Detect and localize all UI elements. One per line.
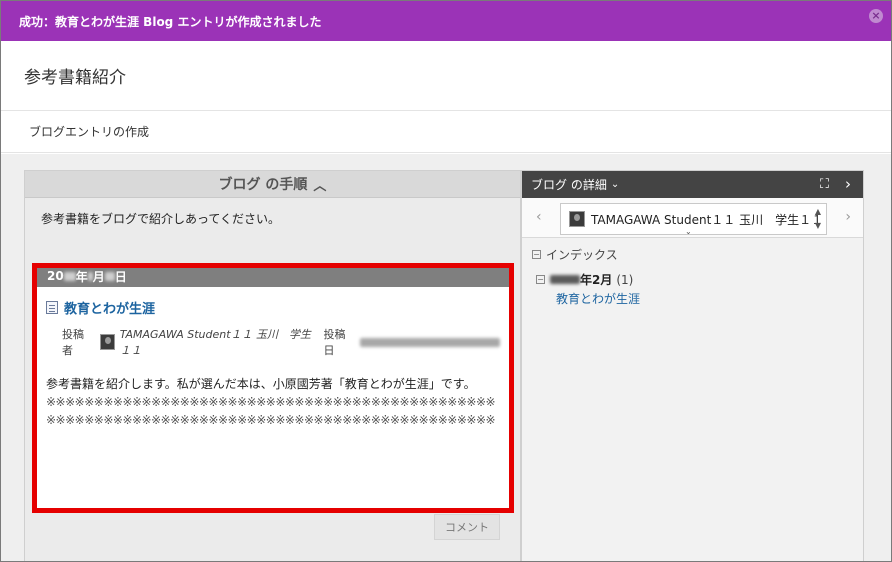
blog-entry-page: 成功：教育とわが生涯 Blog エントリが作成されました × 参考書籍紹介 ブロ… <box>0 0 892 562</box>
chevron-up-icon: ︿ <box>313 178 327 194</box>
page-header: 参考書籍紹介 <box>1 41 891 111</box>
redacted-day <box>104 271 115 281</box>
redacted-month <box>87 271 93 281</box>
entry-date: 20 年 月 日 <box>34 265 512 287</box>
entry-mark-line: ※※※※※※※※※※※※※※※※※※※※※※※※※※※※※※※※※※※※※※※※… <box>46 395 496 409</box>
steps-header-label: ブログ の手順 <box>218 177 308 193</box>
entry-body-text: 参考書籍を紹介します。私が選んだ本は、小原國芳著「教育とわが生涯」です。 <box>46 377 476 391</box>
redacted-post-date <box>360 337 501 347</box>
breadcrumb: ブログエントリの作成 <box>1 111 891 153</box>
entry-date-year-suffix: 年 <box>75 269 88 284</box>
redacted-year <box>550 275 580 284</box>
month-count: (1) <box>616 272 634 287</box>
success-message: 成功：教育とわが生涯 Blog エントリが作成されました <box>19 14 322 29</box>
close-icon[interactable]: × <box>869 9 883 23</box>
redacted-year <box>63 271 76 281</box>
author-name: TAMAGAWA Student１１ 玉川 学生１１ <box>119 328 312 357</box>
user-navigator: ‹ TAMAGAWA Student１１ 玉川 学生１１ ▲ ▼ ⌄ › <box>522 198 863 238</box>
chevron-right-icon[interactable]: › <box>845 175 851 193</box>
details-header[interactable]: ブログ の詳細 ⌄ ⛶ › <box>522 171 863 198</box>
index-header[interactable]: − インデックス <box>532 246 853 263</box>
entry-title-link[interactable]: 教育とわが生涯 <box>64 298 155 317</box>
user-select-value: TAMAGAWA Student１１ 玉川 学生１１ <box>591 212 824 227</box>
collapse-icon[interactable]: − <box>532 250 541 259</box>
comment-button[interactable]: コメント <box>434 514 500 540</box>
instructions-text: 参考書籍をブログで紹介しあってください。 <box>41 212 281 226</box>
content-area: ブログ の手順 ︿ 参考書籍をブログで紹介しあってください。 20 年 月 日 <box>1 154 891 561</box>
document-icon <box>46 301 58 314</box>
details-header-label: ブログ の詳細 <box>531 178 607 192</box>
next-user-icon[interactable]: › <box>845 209 851 225</box>
blog-entry: 20 年 月 日 教育とわが生涯 投稿者 TAMAGAWA Student１１ … <box>34 265 512 511</box>
posted-date-label: 投稿日 <box>323 328 346 357</box>
entry-mark-line: ※※※※※※※※※※※※※※※※※※※※※※※※※※※※※※※※※※※※※※※※… <box>46 413 496 427</box>
avatar <box>569 211 585 227</box>
posted-by-label: 投稿者 <box>62 328 84 357</box>
page-title: 参考書籍紹介 <box>24 68 126 88</box>
blog-details-panel: ブログ の詳細 ⌄ ⛶ › ‹ TAMAGAWA Student１１ 玉川 学生… <box>521 170 864 561</box>
previous-user-icon[interactable]: ‹ <box>536 209 542 225</box>
entry-title-row: 教育とわが生涯 <box>46 298 500 317</box>
chevron-down-icon: ⌄ <box>685 227 692 236</box>
success-banner: 成功：教育とわが生涯 Blog エントリが作成されました × <box>1 1 891 41</box>
index-tree: − インデックス − 年2月 (1) 教育とわが生涯 <box>522 238 863 315</box>
steps-toggle[interactable]: ブログ の手順 ︿ <box>25 171 520 198</box>
entry-body: 教育とわが生涯 投稿者 TAMAGAWA Student１１ 玉川 学生１１ 投… <box>34 287 512 429</box>
entry-date-day-suffix: 日 <box>114 269 127 284</box>
index-entry-link[interactable]: 教育とわが生涯 <box>556 290 853 307</box>
entry-date-month-suffix: 月 <box>92 269 105 284</box>
index-label: インデックス <box>546 248 618 262</box>
blog-steps-panel: ブログ の手順 ︿ 参考書籍をブログで紹介しあってください。 20 年 月 日 <box>24 170 521 561</box>
month-label: 年2月 <box>580 273 613 287</box>
entry-meta: 投稿者 TAMAGAWA Student１１ 玉川 学生１１ 投稿日 <box>62 326 501 358</box>
entry-date-prefix: 20 <box>47 269 64 283</box>
user-select[interactable]: TAMAGAWA Student１１ 玉川 学生１１ ▲ ▼ ⌄ <box>560 203 827 236</box>
breadcrumb-current: ブログエントリの作成 <box>29 125 150 139</box>
expand-icon[interactable]: ⛶ <box>820 177 829 192</box>
entry-text: 参考書籍を紹介します。私が選んだ本は、小原國芳著「教育とわが生涯」です。 ※※※… <box>46 375 500 429</box>
index-month[interactable]: − 年2月 (1) <box>536 271 853 288</box>
collapse-icon[interactable]: − <box>536 275 545 284</box>
chevron-down-icon: ⌄ <box>610 179 620 190</box>
avatar <box>99 334 115 350</box>
spinner-icon[interactable]: ▲ ▼ <box>812 205 824 233</box>
